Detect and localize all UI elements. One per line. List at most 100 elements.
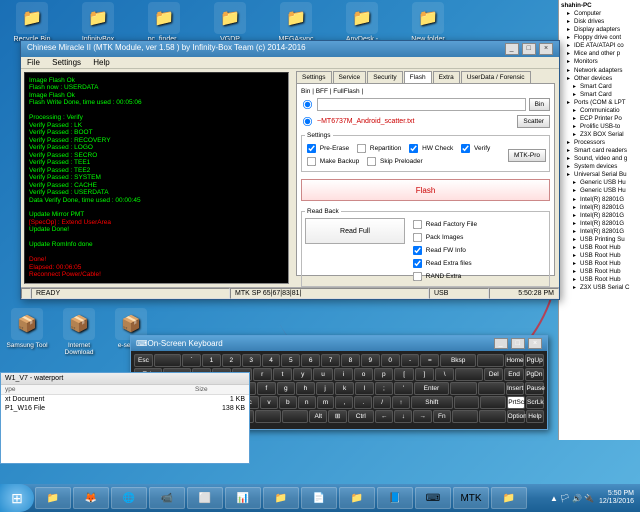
key-t[interactable]: t — [273, 368, 292, 381]
key-l[interactable]: l — [355, 382, 374, 395]
key-alt[interactable]: Alt — [309, 410, 327, 423]
key-=[interactable]: = — [420, 354, 439, 367]
key-8[interactable]: 8 — [341, 354, 360, 367]
key-3[interactable]: 3 — [242, 354, 261, 367]
device-node[interactable]: ▸Smart Card — [561, 83, 638, 91]
close-button[interactable]: × — [539, 43, 553, 55]
key-pause[interactable]: Pause — [525, 382, 544, 395]
key-blank[interactable] — [154, 354, 181, 367]
device-node[interactable]: ▸USB Printing Su — [561, 236, 638, 244]
cb-rand-extra[interactable]: RAND Extra — [411, 270, 461, 283]
key-u[interactable]: u — [313, 368, 332, 381]
key-][interactable]: ] — [415, 368, 434, 381]
cb-make-backup[interactable]: Make Backup — [305, 155, 359, 168]
log-console[interactable]: Image Flash OkFlash now : USERDATAImage … — [24, 72, 289, 284]
device-node[interactable]: ▸Intel(R) 82801G — [561, 212, 638, 220]
key-'[interactable]: ' — [394, 382, 413, 395]
key-blank[interactable] — [478, 382, 505, 395]
tab-settings[interactable]: Settings — [296, 71, 332, 83]
device-node[interactable]: ▸Universal Serial Bu — [561, 171, 638, 179]
cb-pre-erase[interactable]: Pre-Erase — [305, 142, 349, 155]
taskbar-item[interactable]: 🦊 — [73, 487, 109, 509]
key-1[interactable]: 1 — [202, 354, 221, 367]
osk-maximize[interactable]: □ — [511, 338, 525, 349]
device-node[interactable]: ▸Z3X BOX Serial — [561, 131, 638, 139]
key-g[interactable]: g — [277, 382, 296, 395]
key-pgdn[interactable]: PgDn — [525, 368, 544, 381]
desktop-icon[interactable]: 📁InfinityBox — [74, 2, 122, 43]
taskbar-item[interactable]: MTK — [453, 487, 489, 509]
list-item[interactable]: P1_W16 File138 KB — [1, 404, 249, 413]
key-n[interactable]: n — [298, 396, 316, 409]
key-esc[interactable]: Esc — [134, 354, 153, 367]
taskbar-item[interactable]: ⬜ — [187, 487, 223, 509]
desktop-icon[interactable]: 📁New folder — [404, 2, 452, 43]
taskbar-item[interactable]: 📁 — [35, 487, 71, 509]
taskbar-item[interactable]: 📁 — [263, 487, 299, 509]
desktop-icon[interactable]: 📦Samsung Tool — [6, 308, 48, 356]
key-7[interactable]: 7 — [321, 354, 340, 367]
minimize-button[interactable]: _ — [505, 43, 519, 55]
system-tray[interactable]: ▲🏳🔊🔌 5:50 PM 12/13/2016 — [549, 490, 640, 505]
device-node[interactable]: ▸Floppy drive cont — [561, 34, 638, 42]
device-node[interactable]: ▸Monitors — [561, 58, 638, 66]
key-o[interactable]: o — [354, 368, 373, 381]
key-h[interactable]: h — [296, 382, 315, 395]
taskbar-item[interactable]: 📹 — [149, 487, 185, 509]
cb-repartition[interactable]: Repartition — [355, 142, 401, 155]
key-b[interactable]: b — [279, 396, 297, 409]
key-,[interactable]: , — [335, 396, 353, 409]
device-manager[interactable]: shahin-PC ▸Computer▸Disk drives▸Display … — [558, 0, 640, 440]
key-4[interactable]: 4 — [262, 354, 281, 367]
start-button[interactable]: ⊞ — [0, 484, 34, 512]
key-help[interactable]: Help — [526, 410, 544, 423]
device-node[interactable]: ▸Computer — [561, 10, 638, 18]
device-node[interactable]: ▸Processors — [561, 139, 638, 147]
key-blank[interactable] — [452, 410, 478, 423]
device-node[interactable]: ▸USB Root Hub — [561, 268, 638, 276]
cb-pack-images[interactable]: Pack Images — [411, 231, 463, 244]
device-node[interactable]: ▸Network adapters — [561, 67, 638, 75]
menu-help[interactable]: Help — [93, 58, 109, 67]
key-.[interactable]: . — [354, 396, 372, 409]
key-blank[interactable] — [454, 396, 480, 409]
menu-settings[interactable]: Settings — [52, 58, 81, 67]
maximize-button[interactable]: □ — [522, 43, 536, 55]
device-node[interactable]: ▸Generic USB Hu — [561, 187, 638, 195]
device-node[interactable]: ▸ECP Printer Po — [561, 115, 638, 123]
device-node[interactable]: ▸USB Root Hub — [561, 276, 638, 284]
bin-radio[interactable] — [303, 100, 312, 109]
desktop-icon[interactable]: 📁pc_finder_ — [140, 2, 188, 43]
device-node[interactable]: ▸Smart Card — [561, 91, 638, 99]
col-type[interactable]: ype — [5, 386, 195, 393]
key-6[interactable]: 6 — [301, 354, 320, 367]
cb-verify[interactable]: Verify — [459, 142, 490, 155]
key-prtscn[interactable]: PrtScn — [507, 396, 525, 409]
key-/[interactable]: / — [373, 396, 391, 409]
key-`[interactable]: ` — [182, 354, 201, 367]
key-←[interactable]: ← — [375, 410, 393, 423]
key-↑[interactable]: ↑ — [392, 396, 410, 409]
key-pgup[interactable]: PgUp — [525, 354, 544, 367]
list-item[interactable]: xt Document1 KB — [1, 395, 249, 404]
taskbar-item[interactable]: 📁 — [339, 487, 375, 509]
key-k[interactable]: k — [335, 382, 354, 395]
osk-close[interactable]: × — [528, 338, 542, 349]
key-bksp[interactable]: Bksp — [440, 354, 476, 367]
taskbar-item[interactable]: 🌐 — [111, 487, 147, 509]
key-insert[interactable]: Insert — [506, 382, 525, 395]
key-blank[interactable] — [480, 396, 506, 409]
scatter-radio[interactable] — [303, 117, 312, 126]
device-node[interactable]: ▸USB Root Hub — [561, 252, 638, 260]
desktop-icon[interactable]: 📁MEGAsync — [272, 2, 320, 43]
key--[interactable]: - — [401, 354, 420, 367]
taskbar-item[interactable]: ⌨ — [415, 487, 451, 509]
device-node[interactable]: ▸Intel(R) 82801G — [561, 196, 638, 204]
key-fn[interactable]: Fn — [433, 410, 451, 423]
device-node[interactable]: ▸Other devices — [561, 75, 638, 83]
device-node[interactable]: ▸Disk drives — [561, 18, 638, 26]
key-5[interactable]: 5 — [281, 354, 300, 367]
device-node[interactable]: ▸USB Root Hub — [561, 260, 638, 268]
key-↓[interactable]: ↓ — [394, 410, 412, 423]
key-blank[interactable] — [455, 368, 483, 381]
